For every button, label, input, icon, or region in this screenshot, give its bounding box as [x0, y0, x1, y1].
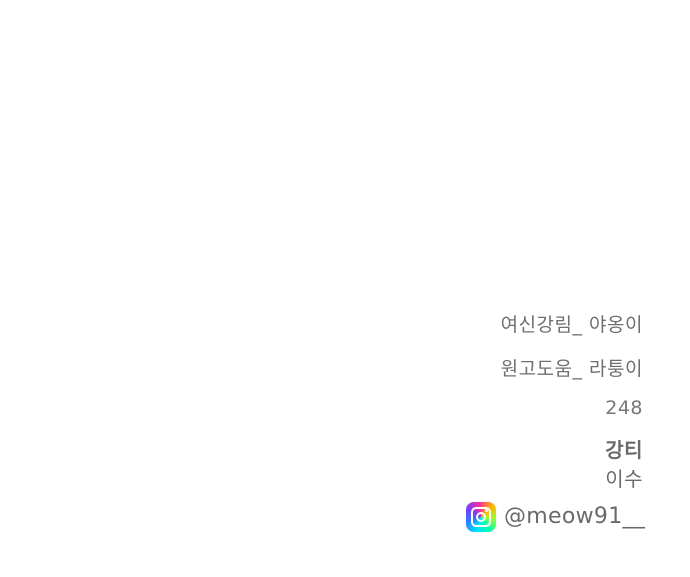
instagram-icon	[466, 502, 496, 532]
instagram-link[interactable]: @meow91__	[466, 500, 645, 534]
instagram-handle[interactable]: @meow91__	[504, 502, 645, 532]
credit-name-2: 이수	[605, 467, 643, 491]
episode-number: 248	[605, 397, 643, 419]
credits-block: 여신강림_ 야옹이 원고도움_ 라퉁이 248 강티 이수	[343, 313, 643, 492]
manuscript-help-credit: 원고도움_ 라퉁이	[500, 358, 643, 380]
original-story-credit: 여신강림_ 야옹이	[500, 314, 643, 336]
credit-name-1: 강티	[605, 438, 643, 462]
